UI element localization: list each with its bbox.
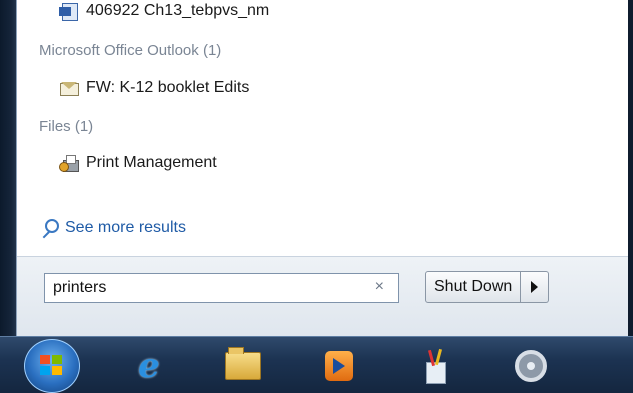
result-item-label: FW: K-12 booklet Edits [86,79,250,96]
taskbar-windows-explorer[interactable] [220,343,266,389]
arrow-right-icon [531,281,539,293]
result-item-label: Print Management [86,154,217,171]
power-controls: Shut Down [425,271,550,303]
group-heading-label: Microsoft Office Outlook (1) [39,42,222,59]
shut-down-button[interactable]: Shut Down [425,271,522,303]
group-heading-label: Files (1) [39,118,94,135]
result-item-email[interactable]: FW: K-12 booklet Edits [59,79,249,97]
group-heading-files[interactable]: Files (1) [39,118,93,135]
windows-logo-icon [40,355,64,377]
word-document-icon [59,2,79,21]
start-orb-button[interactable] [24,339,80,393]
result-item-print-management[interactable]: Print Management [59,154,217,172]
result-item-label: 406922 Ch13_tebpvs_nm [86,2,270,19]
search-box: × [44,273,399,303]
taskbar-internet-explorer[interactable]: e [126,343,172,389]
search-results-list: 406922 Ch13_tebpvs_nm Microsoft Office O… [17,0,628,256]
taskbar-tools[interactable] [412,343,458,389]
taskbar-sync[interactable] [508,343,554,389]
start-menu-bottom-bar: × Shut Down [17,256,628,337]
media-player-icon [325,351,353,381]
email-envelope-icon [59,79,79,97]
folder-icon [225,347,261,380]
taskbar-media-player[interactable] [316,343,362,389]
taskbar: e [0,336,633,393]
search-input[interactable] [45,278,355,298]
desktop-left-edge [0,0,16,336]
group-heading-outlook[interactable]: Microsoft Office Outlook (1) [39,42,221,59]
tools-cup-icon [420,348,450,384]
search-icon [39,218,59,239]
see-more-results-link[interactable]: See more results [39,218,186,239]
see-more-label: See more results [65,219,186,236]
power-options-arrow-button[interactable] [521,271,550,303]
result-item-document[interactable]: 406922 Ch13_tebpvs_nm [59,2,270,21]
print-management-icon [59,154,79,172]
internet-explorer-icon: e [138,346,160,386]
sync-icon [515,350,547,382]
start-menu: 406922 Ch13_tebpvs_nm Microsoft Office O… [16,0,628,337]
clear-search-icon[interactable]: × [375,278,384,296]
